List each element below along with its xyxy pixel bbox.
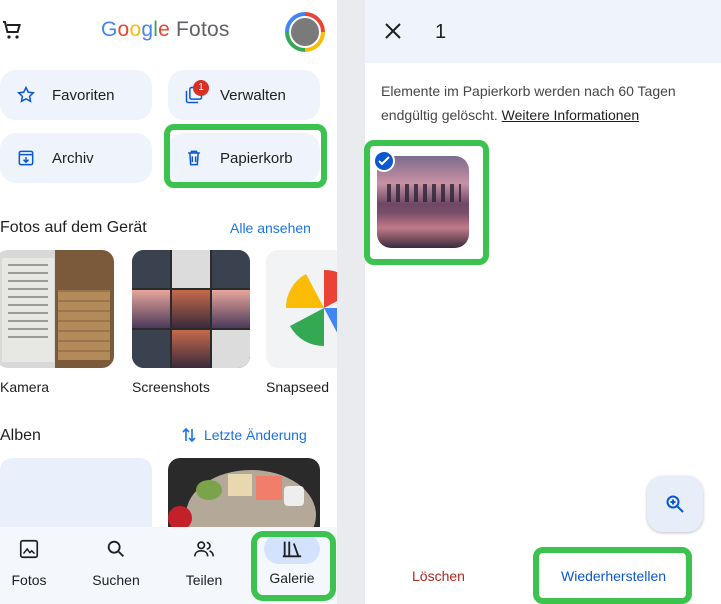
boxes-photo	[58, 290, 110, 360]
selection-header: 1	[365, 0, 721, 63]
logo-google-text: Google	[101, 18, 170, 41]
screenshot-tile	[132, 330, 170, 368]
trash-info-text: Elemente im Papierkorb werden nach 60 Ta…	[381, 79, 701, 127]
logo-product-text: Fotos	[176, 18, 230, 41]
zoom-in-button[interactable]	[647, 476, 703, 532]
favoriten-button[interactable]: Favoriten	[0, 70, 152, 120]
google-fotos-logo: Google Fotos	[101, 18, 230, 42]
gallery-panel: Google Fotos Favoriten Verwalten 1 Archi…	[0, 0, 337, 604]
screenshot-tile	[132, 250, 170, 288]
screenshot-tile	[172, 330, 210, 368]
loeschen-button[interactable]: Löschen	[412, 568, 465, 584]
archive-icon	[18, 150, 34, 166]
cart-icon[interactable]	[0, 18, 24, 42]
nav-teilen-label: Teilen	[185, 572, 223, 588]
folder-snapseed-label: Snapseed	[266, 379, 330, 395]
album-card[interactable]	[0, 458, 152, 538]
screenshot-tile	[212, 250, 250, 288]
highlight-trashed-photo	[364, 140, 489, 265]
people-icon	[194, 541, 214, 557]
nav-fotos-label: Fotos	[11, 572, 47, 588]
folder-kamera-thumb[interactable]	[0, 250, 114, 368]
screenshot-tile	[172, 250, 210, 288]
snapseed-pinwheel-icon	[285, 269, 337, 347]
device-section-title: Fotos auf dem Gerät	[0, 219, 147, 236]
verwalten-label: Verwalten	[220, 86, 286, 104]
verwalten-button[interactable]: Verwalten	[168, 70, 320, 120]
food-melon-red	[256, 476, 282, 500]
archiv-label: Archiv	[52, 149, 94, 167]
document-photo	[2, 258, 54, 362]
food-melon	[228, 474, 252, 496]
food-avocado	[196, 480, 222, 500]
sort-last-change-link[interactable]: Letzte Änderung	[182, 427, 307, 443]
nav-teilen[interactable]: Teilen	[169, 538, 239, 588]
folder-screenshots-thumb[interactable]	[132, 250, 250, 368]
screenshot-tile	[212, 290, 250, 328]
selected-count: 1	[435, 21, 447, 43]
albums-section-title: Alben	[0, 427, 41, 444]
highlight-galerie	[251, 531, 336, 601]
folder-screenshots-label: Screenshots	[132, 379, 210, 395]
zoom-in-icon	[666, 495, 684, 513]
photo-icon	[19, 539, 39, 559]
search-icon	[107, 540, 124, 557]
favoriten-label: Favoriten	[52, 86, 115, 104]
more-info-link[interactable]: Weitere Informationen	[502, 107, 639, 123]
screenshot-tile	[132, 290, 170, 328]
highlight-wiederherstellen	[533, 547, 692, 604]
nav-fotos[interactable]: Fotos	[0, 538, 64, 588]
nav-suchen[interactable]: Suchen	[81, 538, 151, 588]
avatar[interactable]	[289, 16, 321, 48]
alle-ansehen-link[interactable]: Alle ansehen	[230, 220, 311, 236]
screenshot-tile	[172, 290, 210, 328]
sort-last-change-label: Letzte Änderung	[204, 427, 307, 443]
screenshot-tile	[212, 330, 250, 368]
star-icon	[16, 85, 36, 103]
highlight-papierkorb	[164, 124, 327, 188]
folder-kamera-label: Kamera	[0, 379, 50, 395]
trash-panel: 1 Elemente im Papierkorb werden nach 60 …	[365, 0, 721, 604]
album-card-food[interactable]	[168, 458, 320, 538]
notification-badge: 1	[193, 80, 209, 96]
close-icon[interactable]	[383, 21, 403, 41]
food-cheese	[284, 486, 304, 506]
archiv-button[interactable]: Archiv	[0, 133, 152, 183]
folder-snapseed-thumb[interactable]	[266, 250, 337, 368]
sort-arrows-icon	[182, 427, 196, 443]
screen: Google Fotos Favoriten Verwalten 1 Archi…	[0, 0, 721, 604]
nav-suchen-label: Suchen	[92, 572, 140, 588]
